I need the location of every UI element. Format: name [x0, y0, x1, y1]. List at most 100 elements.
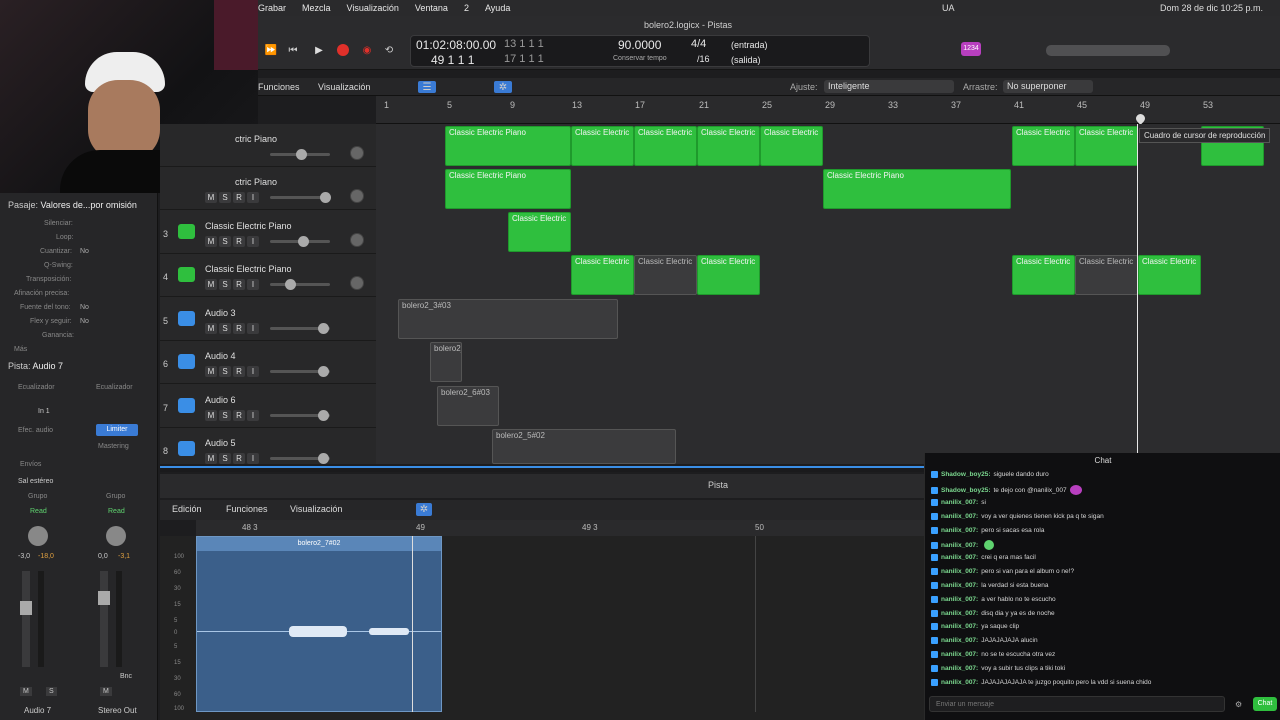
catch-icon[interactable]: ✲ [416, 503, 432, 516]
solo-button[interactable]: S [219, 410, 231, 421]
key-badge[interactable]: 1234 [961, 42, 981, 56]
track-header-5[interactable]: 5 Audio 3 MSRI [160, 298, 376, 341]
limiter-plugin[interactable]: Limiter [96, 424, 138, 436]
track-name[interactable]: Audio 5 [205, 438, 236, 448]
volume-slider[interactable] [270, 410, 330, 421]
flex-value[interactable]: No [80, 318, 89, 325]
ajuste-select[interactable]: Inteligente [824, 80, 954, 93]
pan-knob[interactable] [350, 233, 364, 247]
volume-slider[interactable] [270, 149, 330, 160]
mute-button[interactable]: M [205, 323, 217, 334]
track-header-8[interactable]: 8 Audio 5 MSRI [160, 428, 376, 471]
channel-name[interactable]: Stereo Out [98, 706, 137, 715]
peak-readout[interactable]: -3,1 [118, 553, 130, 560]
volume-slider[interactable] [270, 323, 330, 334]
input-monitor-button[interactable]: I [247, 453, 259, 464]
lcd-display[interactable]: 01:02:08:00.00 13 1 1 1 49 1 1 1 17 1 1 … [410, 35, 870, 67]
record-icon[interactable] [337, 44, 349, 56]
master-volume[interactable] [1046, 45, 1170, 56]
pan-knob[interactable] [350, 146, 364, 160]
menu-mezcla[interactable]: Mezcla [302, 3, 331, 13]
track-name[interactable]: Audio 4 [205, 351, 236, 361]
eq-slot-1[interactable]: Ecualizador [18, 384, 55, 391]
input-language[interactable]: UA [942, 3, 955, 13]
volume-readout[interactable]: -3,0 [18, 553, 30, 560]
peak-readout[interactable]: -18,0 [38, 553, 54, 560]
clock[interactable]: Dom 28 de dic 10:25 p.m. [1160, 3, 1263, 13]
audio-region[interactable]: bolero2_ [430, 342, 462, 382]
record-enable-button[interactable]: R [233, 410, 245, 421]
mute-button[interactable]: M [100, 687, 112, 696]
midi-region[interactable]: Classic Electric [760, 126, 823, 166]
group-slot-1[interactable]: Grupo [28, 493, 47, 500]
pan-knob[interactable] [350, 189, 364, 203]
audio-region[interactable]: bolero2_6#03 [437, 386, 499, 426]
channel-fader[interactable] [98, 571, 110, 667]
automation-mode-1[interactable]: Read [30, 508, 47, 515]
midi-region[interactable]: Classic Electric [1075, 126, 1138, 166]
track-header-1[interactable]: ctric Piano [160, 124, 376, 167]
chat-input[interactable]: Enviar un mensaje [929, 696, 1225, 712]
bounce-button[interactable]: Bnc [120, 673, 132, 680]
editor-playhead[interactable] [412, 536, 413, 712]
track-header-7[interactable]: 7 Audio 6 MSRI [160, 385, 376, 428]
track-name[interactable]: ctric Piano [235, 177, 277, 187]
midi-region[interactable]: Classic Electric [508, 212, 571, 252]
edicion-menu[interactable]: Edición [172, 504, 202, 514]
track-header-2[interactable]: ctric Piano MSRI [160, 167, 376, 210]
audio-region[interactable]: bolero2_3#03 [398, 299, 618, 339]
arrastre-select[interactable]: No superponer [1003, 80, 1093, 93]
to-start-icon[interactable]: ⏮ [286, 43, 300, 57]
solo-button[interactable]: S [219, 366, 231, 377]
input-monitor-button[interactable]: I [247, 366, 259, 377]
arrange-area[interactable]: Classic Electric Piano Classic Electric … [376, 124, 1280, 464]
solo-button[interactable]: S [219, 236, 231, 247]
volume-readout[interactable]: 0,0 [98, 553, 108, 560]
volume-slider[interactable] [270, 192, 331, 203]
record-enable-button[interactable]: R [233, 323, 245, 334]
pasaje-row[interactable]: Pasaje: Valores de...por omisión [8, 200, 166, 210]
solo-button[interactable]: S [219, 323, 231, 334]
capture-record-icon[interactable]: ◉ [360, 43, 374, 57]
solo-button[interactable]: S [219, 279, 231, 290]
cuantizar-value[interactable]: No [80, 248, 89, 255]
input-monitor-button[interactable]: I [247, 323, 259, 334]
menu-ventana[interactable]: Ventana [415, 3, 448, 13]
mute-button[interactable]: M [205, 410, 217, 421]
record-enable-button[interactable]: R [233, 236, 245, 247]
catch-icon[interactable]: ✲ [494, 81, 512, 93]
menu-grabar[interactable]: Grabar [258, 3, 286, 13]
record-enable-button[interactable]: R [233, 279, 245, 290]
mute-button[interactable]: M [205, 279, 217, 290]
playhead-icon[interactable] [1134, 112, 1147, 125]
editor-title[interactable]: Pista [708, 480, 728, 490]
automation-mode-2[interactable]: Read [108, 508, 125, 515]
pan-knob[interactable] [106, 526, 126, 546]
midi-region[interactable]: Classic Electric Piano [823, 169, 1011, 209]
audio-region-editor[interactable]: bolero2_7#02 [196, 536, 442, 712]
lcd-tempo[interactable]: 90.0000 [618, 38, 661, 52]
mastering-slot[interactable]: Mastering [98, 443, 129, 450]
mute-button[interactable]: M [205, 236, 217, 247]
cycle-icon[interactable]: ⟲ [382, 43, 396, 57]
track-name[interactable]: Audio 6 [205, 395, 236, 405]
mute-button[interactable]: M [205, 366, 217, 377]
midi-region-muted[interactable]: Classic Electric [1075, 255, 1138, 295]
track-name[interactable]: Classic Electric Piano [205, 221, 292, 231]
input-monitor-button[interactable]: I [247, 236, 259, 247]
midi-region-muted[interactable]: Classic Electric [634, 255, 697, 295]
mute-button[interactable]: M [205, 453, 217, 464]
midi-region[interactable]: Classic Electric [1012, 126, 1075, 166]
midi-region[interactable]: Classic Electric [1138, 255, 1201, 295]
track-header-4[interactable]: 4 Classic Electric Piano MSRI [160, 254, 376, 297]
funciones-menu[interactable]: Funciones [226, 504, 268, 514]
input-monitor-button[interactable]: I [247, 410, 259, 421]
menu-ayuda[interactable]: Ayuda [485, 3, 510, 13]
lcd-division[interactable]: /16 [697, 54, 710, 64]
playhead-line[interactable] [1137, 124, 1138, 464]
volume-slider[interactable] [270, 279, 330, 290]
eq-slot-2[interactable]: Ecualizador [96, 384, 133, 391]
editor-ruler[interactable]: 48 3 49 49 3 50 [196, 520, 924, 536]
track-header-6[interactable]: 6 Audio 4 MSRI [160, 341, 376, 384]
editor-divider[interactable] [160, 466, 924, 472]
